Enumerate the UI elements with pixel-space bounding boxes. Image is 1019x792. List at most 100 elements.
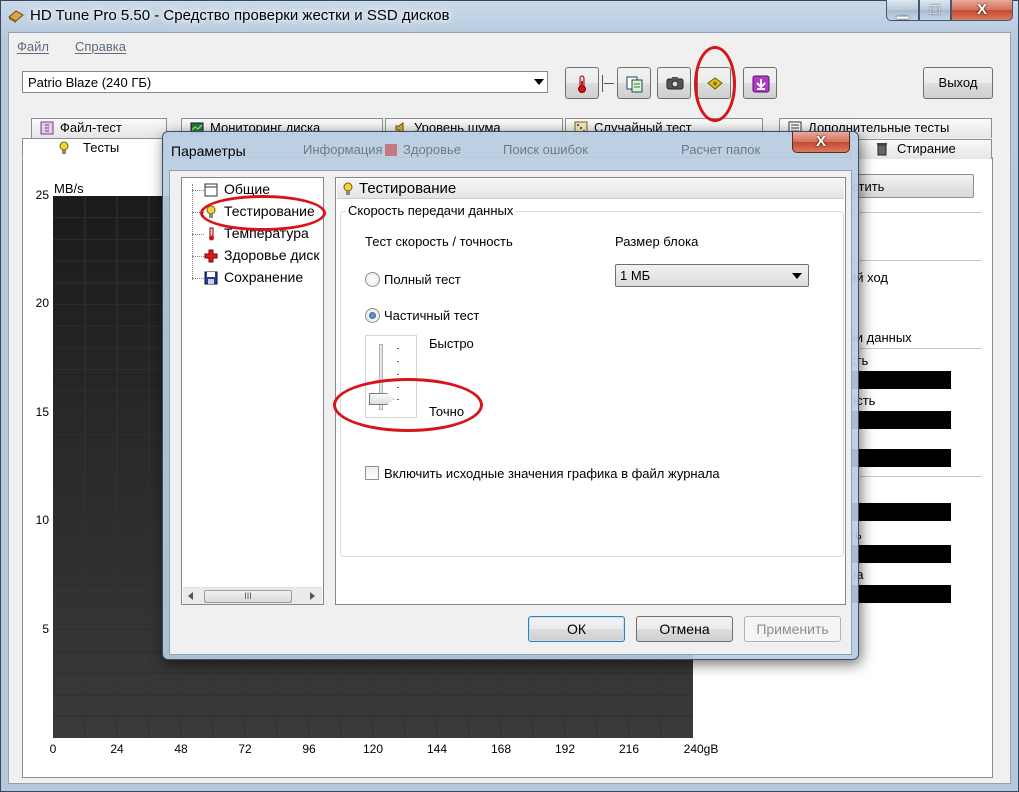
menu-file[interactable]: Файл	[17, 39, 49, 54]
save-button[interactable]	[743, 67, 777, 99]
scroll-thumb[interactable]: III	[204, 590, 292, 603]
title-bar[interactable]: HD Tune Pro 5.50 - Средство проверки жес…	[0, 0, 1017, 32]
apply-button[interactable]: Применить	[744, 616, 841, 642]
obscured-tab-label: Здоровье	[403, 142, 462, 157]
chevron-down-icon	[534, 79, 544, 85]
tree-line	[192, 184, 193, 280]
thermometer-icon	[209, 227, 214, 241]
tree-horizontal-scrollbar[interactable]: III	[183, 587, 322, 604]
maximize-button[interactable]: □	[919, 0, 951, 21]
start-button[interactable]: стить	[849, 174, 974, 198]
exit-button[interactable]: Выход	[923, 67, 993, 99]
block-size-value: 1 МБ	[620, 268, 651, 283]
dialog-close-button[interactable]: X	[792, 132, 850, 153]
drive-select[interactable]: Patrio Blaze (240 ГБ)	[22, 71, 548, 93]
window-title: HD Tune Pro 5.50 - Средство проверки жес…	[30, 7, 450, 24]
close-icon: X	[976, 1, 987, 18]
minimize-icon: ▁	[896, 2, 909, 19]
tab-label: Файл-тест	[60, 120, 122, 135]
x-tick-label: 48	[174, 742, 188, 756]
tree-connector	[192, 278, 204, 279]
app-icon	[8, 10, 24, 23]
y-tick-label: 25	[35, 188, 49, 202]
x-tick-label: 216	[618, 742, 640, 756]
raw-values-label[interactable]: Включить исходные значения графика в фай…	[384, 466, 720, 481]
toolbar-separator	[602, 75, 603, 92]
screenshot-button[interactable]	[657, 67, 691, 99]
obscured-tab-label: Информация	[303, 142, 383, 157]
scroll-right-icon[interactable]	[310, 592, 315, 600]
x-tick-label: 72	[238, 742, 252, 756]
floppy-save-icon	[204, 271, 218, 285]
download-icon	[752, 75, 770, 93]
y-tick-label: 10	[35, 513, 49, 528]
y-tick-label: 5	[42, 621, 49, 636]
obscured-tab-label: Расчет папок	[681, 142, 761, 157]
toolbar-separator-dash	[604, 83, 614, 84]
ok-button[interactable]: ОК	[528, 616, 625, 642]
tree-connector	[192, 256, 204, 257]
dialog-body: Общие Тестирование Температура Здоровье …	[169, 170, 852, 655]
speed-accuracy-label: Тест скорость / точность	[365, 234, 513, 249]
general-icon	[204, 183, 218, 197]
annotation-circle-options	[694, 46, 736, 122]
x-tick-label: 192	[554, 742, 576, 756]
block-size-select[interactable]: 1 МБ	[615, 264, 809, 287]
pane-title: Тестирование	[359, 180, 457, 197]
chevron-down-icon	[792, 273, 802, 279]
tab-tests[interactable]: Тесты	[22, 138, 164, 159]
thermometer-icon	[578, 75, 586, 93]
dialog-title-blur: Информация Здоровье Поиск ошибок Расчет …	[303, 138, 793, 162]
minimum-value-box	[851, 371, 951, 389]
group-label: Скорость передачи данных	[346, 203, 516, 218]
health-icon	[385, 144, 397, 156]
minimize-button[interactable]: ▁	[886, 0, 919, 21]
cancel-button[interactable]: Отмена	[636, 616, 733, 642]
x-tick-label: 0	[49, 742, 57, 756]
x-tick-label: 96	[302, 742, 316, 756]
average-value-box	[851, 449, 951, 467]
divider	[849, 348, 982, 349]
maximize-icon: □	[930, 1, 940, 18]
x-tick-label: 168	[490, 742, 512, 756]
access-time-value-box	[851, 503, 951, 521]
temperature-button[interactable]	[565, 67, 599, 99]
tree-item-saving[interactable]: Сохранение	[224, 269, 303, 285]
block-size-label: Размер блока	[615, 234, 699, 249]
x-tick-label: 144	[426, 742, 448, 756]
divider	[849, 212, 982, 213]
partial-test-radio[interactable]	[365, 308, 380, 323]
tab-erase[interactable]: Стирание	[850, 139, 992, 159]
raw-values-checkbox[interactable]	[365, 466, 379, 480]
close-icon: X	[815, 133, 826, 150]
x-tick-label: 24	[110, 742, 124, 756]
slider-tick	[397, 361, 399, 362]
close-button[interactable]: X	[951, 0, 1013, 21]
burst-rate-value-box	[851, 545, 951, 563]
y-tick-label: 20	[35, 296, 49, 311]
x-tick-label: 240gB	[683, 742, 719, 756]
slider-tick	[397, 348, 399, 349]
camera-icon	[666, 77, 684, 90]
full-test-label[interactable]: Полный тест	[384, 272, 461, 287]
divider	[849, 476, 982, 477]
bulb-icon	[343, 182, 353, 195]
tree-item-health[interactable]: Здоровье диск	[224, 247, 324, 263]
copy-button[interactable]	[617, 67, 651, 99]
health-cross-icon	[204, 249, 218, 263]
annotation-circle-slider	[333, 378, 483, 432]
tree-connector	[192, 190, 204, 191]
slider-fast-label: Быстро	[429, 336, 474, 351]
menu-help[interactable]: Справка	[75, 39, 126, 54]
chart-y-unit: MB/s	[54, 181, 84, 196]
pane-header: Тестирование	[337, 179, 844, 199]
cpu-usage-value-box	[851, 585, 951, 603]
copy-icon	[626, 76, 643, 93]
tree-connector	[192, 234, 204, 235]
full-test-radio[interactable]	[365, 272, 380, 287]
tab-file-test[interactable]: Файл-тест	[31, 118, 167, 138]
scroll-left-icon[interactable]	[188, 592, 193, 600]
y-tick-label: 15	[35, 404, 49, 419]
partial-test-label[interactable]: Частичный тест	[384, 308, 479, 323]
dialog-title: Параметры	[171, 143, 246, 159]
